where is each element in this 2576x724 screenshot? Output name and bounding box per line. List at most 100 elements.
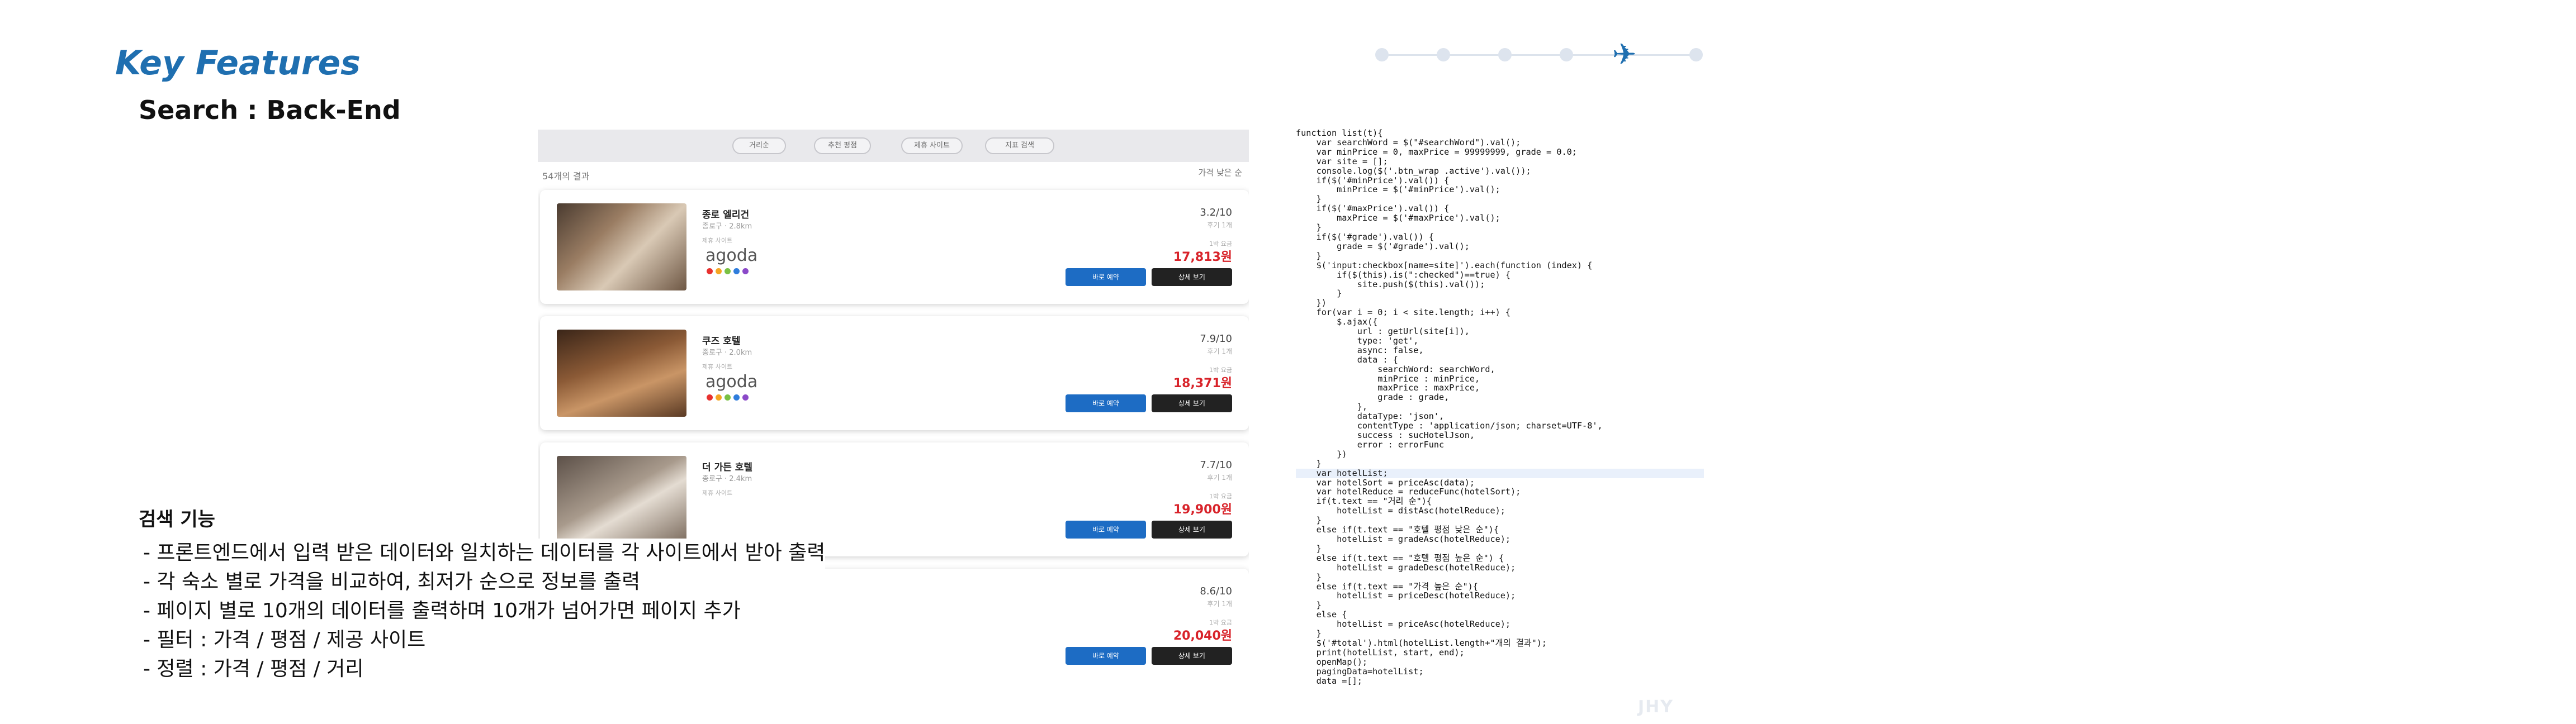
review-count: 후기 1개 xyxy=(1207,347,1232,355)
code-line: if(t.text == "거리 순"){ xyxy=(1296,496,1432,507)
code-line: error : errorFunc xyxy=(1296,439,1445,450)
detail-button[interactable]: 상세 보기 xyxy=(1152,647,1232,665)
hotel-photo xyxy=(557,203,686,290)
code-line: grade = $('#grade').val(); xyxy=(1296,241,1470,251)
code-line: data : { xyxy=(1296,354,1398,365)
hotel-rating: 7.9/10 xyxy=(1200,333,1232,345)
filter-chip[interactable]: 거리순 xyxy=(732,137,786,154)
code-line: pagingData=hotelList; xyxy=(1296,666,1424,677)
hotel-price: 20,040원 xyxy=(1173,629,1232,643)
hotel-card[interactable]: 쿠즈 호텔 종로구 · 2.0km 제휴 사이트 agoda 7.9/10 후기… xyxy=(540,316,1249,430)
code-line: dataType: 'json', xyxy=(1296,411,1445,422)
hotel-name: 종로 엘리건 xyxy=(702,209,750,221)
code-line: $('#total').html(hotelList.length+"개의 결과… xyxy=(1296,637,1547,648)
code-line: minPrice = $('#minPrice').val(); xyxy=(1296,184,1500,195)
feature-item: - 각 숙소 별로 가격을 비교하여, 최저가 순으로 정보를 출력 xyxy=(143,568,826,597)
agoda-logo: agoda xyxy=(705,372,758,392)
progress-line xyxy=(1381,54,1699,56)
feature-item: - 필터 : 가격 / 평점 / 제공 사이트 xyxy=(143,626,826,655)
slide-subtitle: Search : Back-End xyxy=(139,95,401,125)
code-line: } xyxy=(1296,628,1322,639)
code-line: var hotelReduce = reduceFunc(hotelSort); xyxy=(1296,487,1521,497)
hotel-rating: 7.7/10 xyxy=(1200,459,1232,471)
feature-item: - 정렬 : 가격 / 평점 / 거리 xyxy=(143,655,826,684)
code-line: else { xyxy=(1296,609,1347,620)
book-button[interactable]: 바로 예약 xyxy=(1066,647,1146,665)
progress-step xyxy=(1498,48,1512,61)
code-line: var minPrice = 0, maxPrice = 99999999, g… xyxy=(1296,146,1577,157)
code-line: } xyxy=(1296,222,1322,233)
code-line: } xyxy=(1296,194,1322,204)
hotel-distance: 종로구 · 2.0km xyxy=(702,349,752,357)
hotel-name: 더 가든 호텔 xyxy=(702,462,753,473)
slide-title: Key Features xyxy=(115,44,361,83)
hotel-price: 19,900원 xyxy=(1173,503,1232,517)
hotel-distance: 종로구 · 2.4km xyxy=(702,475,752,483)
hotel-price: 18,371원 xyxy=(1173,377,1232,390)
hotel-photo xyxy=(557,330,686,417)
code-listing: function list(t){ var searchWord = $("#s… xyxy=(1296,128,1704,693)
progress-step xyxy=(1437,48,1450,61)
filter-bar: 거리순 추천 평점 제휴 사이트 지표 검색 xyxy=(538,130,1249,162)
code-line: searchWord: searchWord, xyxy=(1296,364,1495,374)
hotel-name: 쿠즈 호텔 xyxy=(702,336,741,347)
code-line: } xyxy=(1296,250,1322,261)
code-line: $('input:checkbox[name=site]').each(func… xyxy=(1296,260,1593,270)
code-line: } xyxy=(1296,288,1342,299)
result-count: 54개의 결과 xyxy=(542,171,590,182)
code-line: else if(t.text == "호텔 평점 높은 순") { xyxy=(1296,552,1504,563)
hotel-price: 17,813원 xyxy=(1173,250,1232,264)
code-line: grade : grade, xyxy=(1296,392,1450,403)
filter-chip[interactable]: 제휴 사이트 xyxy=(901,137,963,154)
review-count: 후기 1개 xyxy=(1207,474,1232,482)
detail-button[interactable]: 상세 보기 xyxy=(1152,268,1232,286)
code-line: else if(t.text == "호텔 평점 낮은 순"){ xyxy=(1296,525,1499,535)
code-line: if($('#grade').val()) { xyxy=(1296,231,1434,242)
progress-step xyxy=(1375,48,1389,61)
agoda-logo-dots xyxy=(707,392,751,401)
code-line: maxPrice : maxPrice, xyxy=(1296,383,1480,393)
book-button[interactable]: 바로 예약 xyxy=(1066,521,1146,539)
detail-button[interactable]: 상세 보기 xyxy=(1152,394,1232,412)
code-line: } xyxy=(1296,571,1322,582)
filter-chip[interactable]: 추천 평점 xyxy=(814,137,871,154)
code-line: else if(t.text == "가격 높은 순"){ xyxy=(1296,581,1478,592)
hotel-card[interactable]: 종로 엘리건 종로구 · 2.8km 제휴 사이트 agoda 3.2/10 후… xyxy=(540,190,1249,304)
progress-step xyxy=(1560,48,1573,61)
airplane-icon: ✈ xyxy=(1612,38,1637,72)
progress-step xyxy=(1689,48,1703,61)
code-line: } xyxy=(1296,458,1322,469)
code-line: } xyxy=(1296,600,1322,611)
code-line: success : sucHotelJson, xyxy=(1296,430,1475,440)
code-line: for(var i = 0; i < site.length; i++) { xyxy=(1296,307,1511,318)
agoda-logo: agoda xyxy=(705,246,758,265)
sort-dropdown[interactable]: 가격 낮은 순 xyxy=(1198,166,1242,178)
code-line: maxPrice = $('#maxPrice').val(); xyxy=(1296,213,1500,223)
code-line: if($('#maxPrice').val()) { xyxy=(1296,203,1450,214)
code-line: print(hotelList, start, end); xyxy=(1296,647,1465,658)
progress-indicator: ✈ xyxy=(1375,40,1705,69)
code-line: $.ajax({ xyxy=(1296,317,1378,327)
code-line: hotelList = priceDesc(hotelReduce); xyxy=(1296,590,1516,601)
hotel-distance: 종로구 · 2.8km xyxy=(702,222,752,231)
code-line: site.push($(this).val()); xyxy=(1296,279,1485,289)
code-line: contentType : 'application/json; charset… xyxy=(1296,421,1603,431)
book-button[interactable]: 바로 예약 xyxy=(1066,268,1146,286)
code-line: }) xyxy=(1296,449,1347,459)
filter-chip[interactable]: 지표 검색 xyxy=(985,137,1054,154)
code-line: data =[]; xyxy=(1296,675,1362,686)
book-button[interactable]: 바로 예약 xyxy=(1066,394,1146,412)
code-line: } xyxy=(1296,515,1322,526)
hotel-photo xyxy=(557,456,686,543)
code-line: if($('#minPrice').val()) { xyxy=(1296,175,1450,185)
hotel-rating: 3.2/10 xyxy=(1200,207,1232,218)
code-line: var searchWord = $("#searchWord").val(); xyxy=(1296,137,1521,147)
code-line: async: false, xyxy=(1296,345,1424,355)
watermark: JHY xyxy=(1638,697,1674,717)
feature-list: - 프론트엔드에서 입력 받은 데이터와 일치하는 데이터를 각 사이트에서 받… xyxy=(143,539,826,684)
agoda-logo-dots xyxy=(707,266,751,274)
detail-button[interactable]: 상세 보기 xyxy=(1152,521,1232,539)
code-line: type: 'get', xyxy=(1296,335,1419,346)
code-line: var site = []; xyxy=(1296,156,1388,166)
feature-title: 검색 기능 xyxy=(139,508,215,531)
